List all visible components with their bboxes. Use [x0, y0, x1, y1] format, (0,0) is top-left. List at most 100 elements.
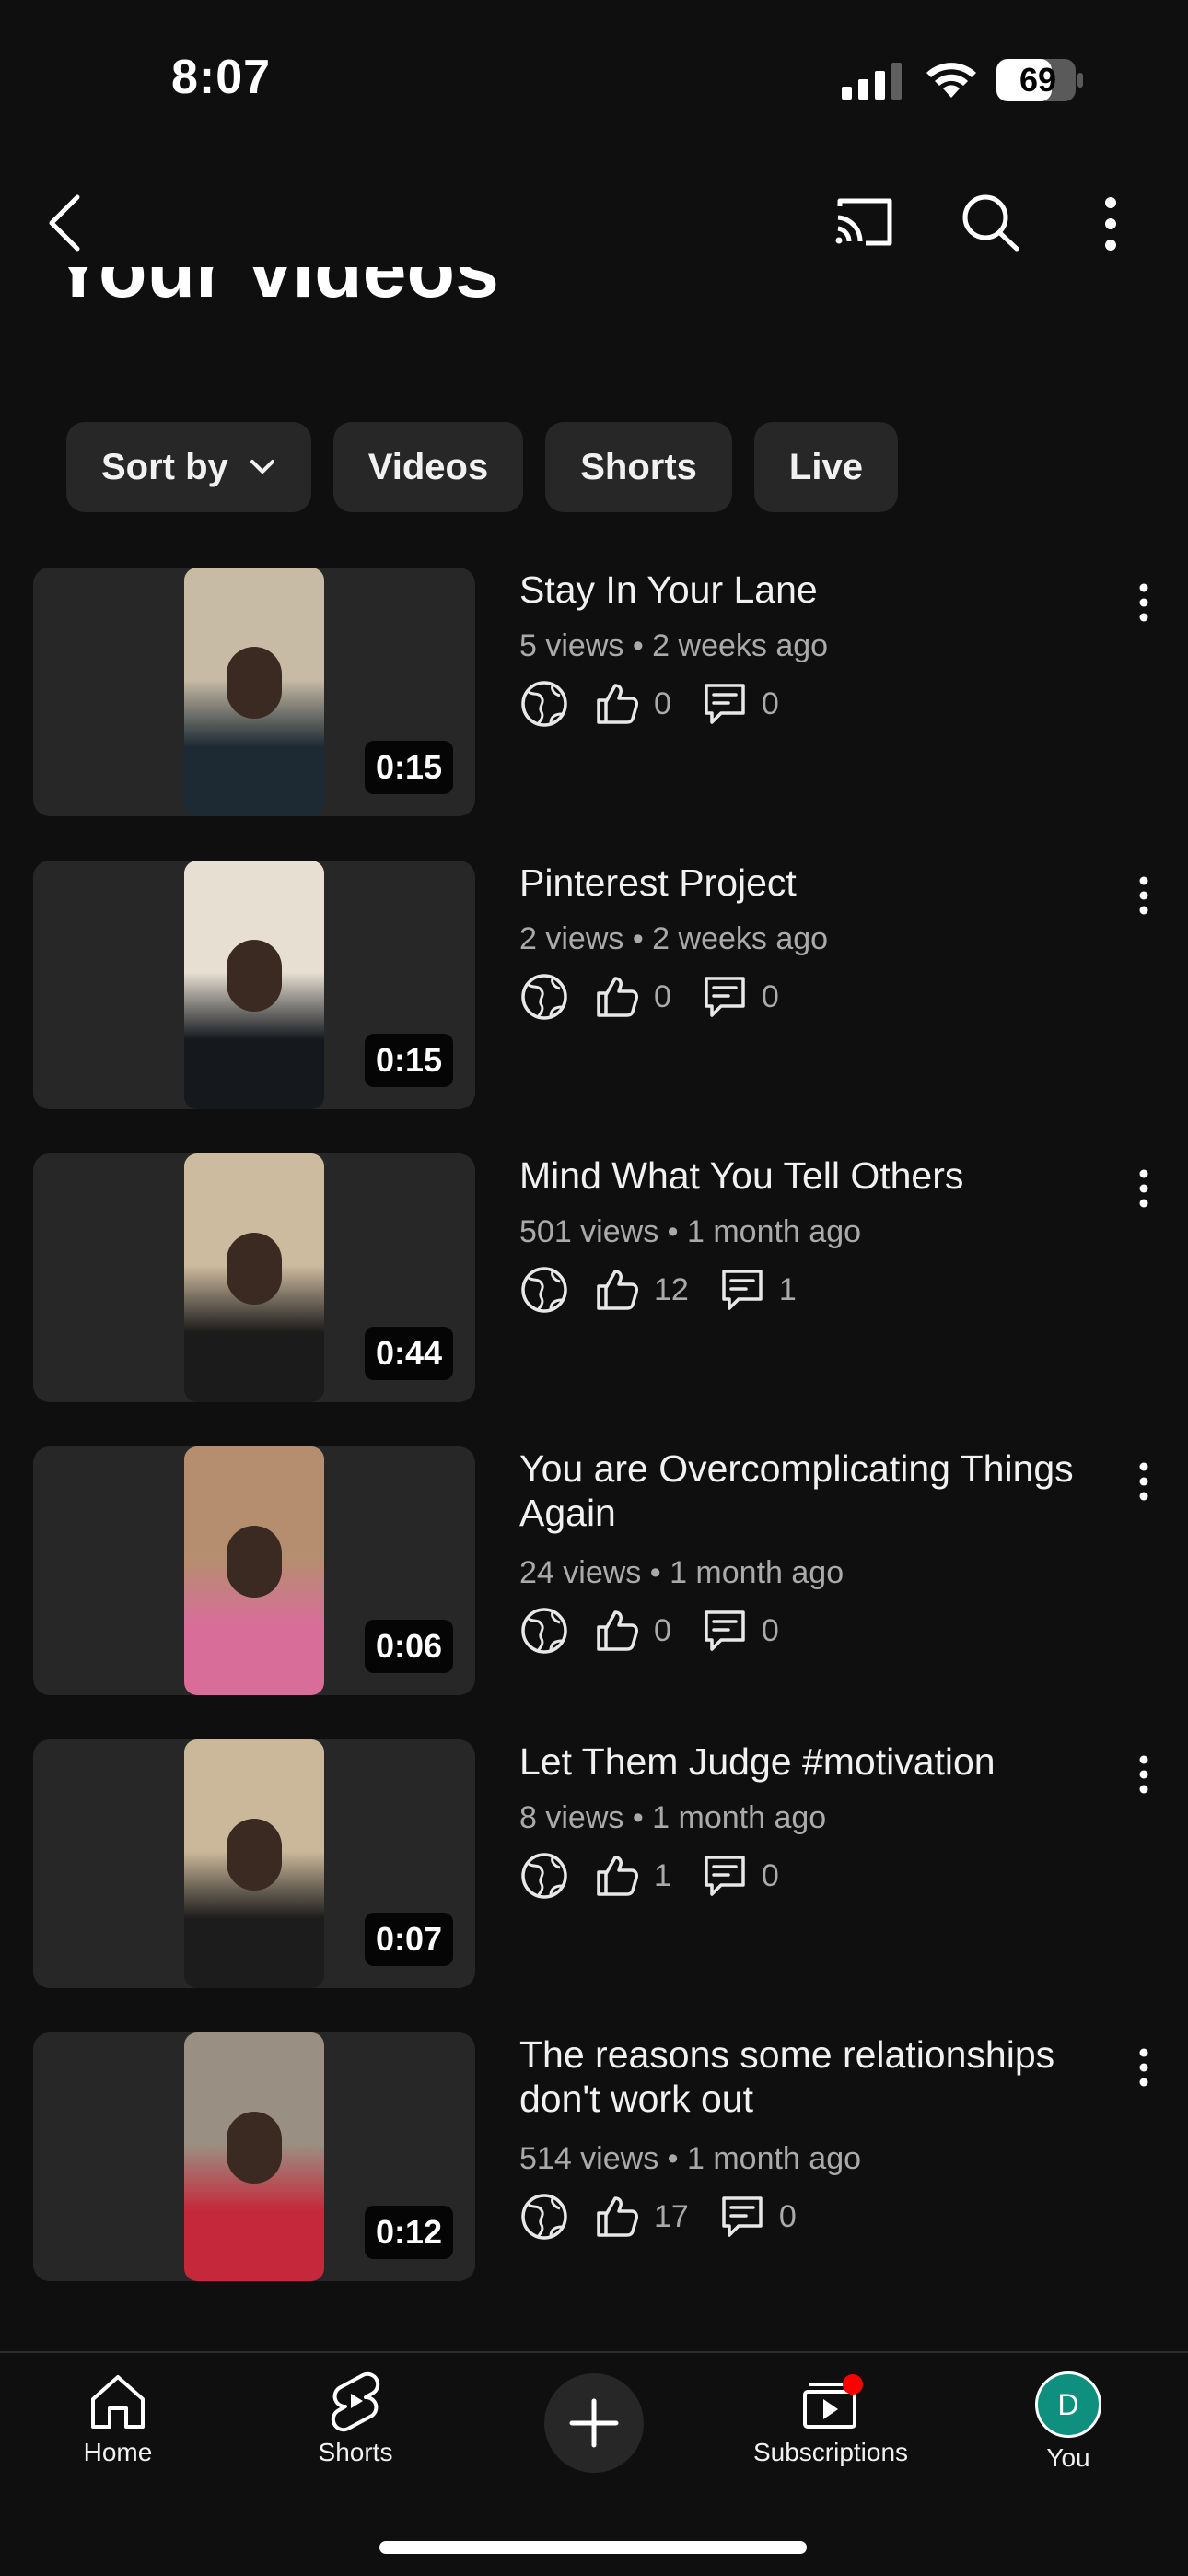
home-indicator: [379, 2541, 807, 2554]
nav-you-label: You: [1046, 2443, 1090, 2472]
avatar: D: [1035, 2371, 1101, 2438]
video-more-icon[interactable]: [1127, 870, 1160, 921]
video-thumbnail[interactable]: 0:12: [33, 2032, 475, 2281]
like-count: 12: [654, 1271, 689, 1307]
home-icon: [91, 2375, 145, 2429]
comment-count: 0: [761, 1857, 779, 1893]
more-vertical-icon[interactable]: [1090, 195, 1131, 252]
live-chip[interactable]: Live: [753, 422, 898, 512]
comment-icon: [705, 977, 745, 1017]
thumbnail-image: [184, 1153, 324, 1402]
video-row[interactable]: 0:06 You are Overcomplicating Things Agai…: [0, 1446, 1188, 1704]
video-title[interactable]: Let Them Judge #motivation: [519, 1739, 1109, 1784]
like-count: 0: [654, 685, 671, 721]
plus-icon: [569, 2398, 619, 2448]
video-more-icon[interactable]: [1127, 577, 1160, 628]
video-title[interactable]: Stay In Your Lane: [519, 568, 1109, 612]
like-count: 0: [654, 978, 671, 1014]
sort-by-chip[interactable]: Sort by: [66, 422, 311, 512]
video-meta: 5 views • 2 weeks ago: [519, 628, 829, 663]
video-title[interactable]: The reasons some relationships don't wor…: [519, 2032, 1109, 2121]
public-globe-icon: [521, 1853, 567, 1899]
video-stats: 00: [519, 1605, 810, 1657]
videos-chip-label: Videos: [367, 446, 489, 487]
like-count: 0: [654, 1612, 671, 1648]
video-row[interactable]: 0:15 Pinterest Project 2 views • 2 weeks a…: [0, 861, 1188, 1118]
filter-chips: Sort by Videos Shorts Live: [66, 422, 898, 512]
video-duration: 0:07: [364, 1913, 453, 1966]
live-chip-label: Live: [788, 446, 863, 487]
page-title-container: Your videos: [0, 267, 1188, 339]
video-stats: 12 1: [519, 1264, 828, 1316]
thumbnail-image: [184, 1739, 324, 1988]
comment-icon: [705, 1610, 745, 1651]
chevron-down-icon: [250, 460, 274, 474]
like-count: 17: [654, 2198, 689, 2234]
video-more-icon[interactable]: [1127, 2042, 1160, 2093]
video-stats: 00: [519, 678, 810, 730]
like-icon: [597, 2196, 638, 2237]
video-duration: 0:06: [364, 1620, 453, 1673]
video-title[interactable]: You are Overcomplicating Things Again: [519, 1446, 1109, 1535]
sort-by-label: Sort by: [101, 446, 228, 487]
video-duration: 0:12: [364, 2206, 453, 2259]
video-row[interactable]: 0:12 The reasons some relationships don't…: [0, 2032, 1188, 2290]
battery-level: 69: [1019, 61, 1057, 99]
video-title[interactable]: Mind What You Tell Others: [519, 1153, 1109, 1198]
video-more-icon[interactable]: [1127, 1163, 1160, 1214]
like-icon: [597, 1610, 638, 1651]
shorts-icon: [331, 2371, 380, 2432]
shorts-chip-label: Shorts: [580, 446, 697, 487]
video-meta: 24 views • 1 month ago: [519, 1555, 844, 1590]
video-row[interactable]: 0:44 Mind What You Tell Others 501 views •…: [0, 1153, 1188, 1411]
video-row[interactable]: 0:15 Stay In Your Lane 5 views • 2 weeks a…: [0, 568, 1188, 825]
subscriptions-icon: [803, 2374, 863, 2429]
wifi-icon: [926, 63, 976, 98]
create-button[interactable]: [544, 2373, 644, 2473]
public-globe-icon: [521, 974, 567, 1020]
public-globe-icon: [521, 681, 567, 727]
video-thumbnail[interactable]: 0:06: [33, 1446, 475, 1695]
video-thumbnail[interactable]: 0:07: [33, 1739, 475, 1988]
search-icon[interactable]: [958, 192, 1022, 252]
video-thumbnail[interactable]: 0:44: [33, 1153, 475, 1402]
like-icon: [597, 977, 638, 1017]
video-title[interactable]: Pinterest Project: [519, 861, 1109, 905]
video-more-icon[interactable]: [1127, 1749, 1160, 1800]
nav-subscriptions[interactable]: Subscriptions: [739, 2371, 923, 2467]
page-title: Your videos: [52, 267, 499, 314]
videos-chip[interactable]: Videos: [332, 422, 524, 512]
thumbnail-image: [184, 1446, 324, 1695]
thumbnail-image: [184, 568, 324, 816]
nav-you[interactable]: D You: [976, 2371, 1160, 2473]
nav-shorts-label: Shorts: [318, 2438, 393, 2466]
status-bar: 8:07 69: [0, 0, 1188, 157]
video-more-icon[interactable]: [1127, 1456, 1160, 1507]
video-thumbnail[interactable]: 0:15: [33, 861, 475, 1109]
video-thumbnail[interactable]: 0:15: [33, 568, 475, 816]
shorts-chip[interactable]: Shorts: [545, 422, 732, 512]
comment-icon: [722, 2196, 763, 2237]
like-count: 1: [654, 1857, 671, 1893]
video-meta: 8 views • 1 month ago: [519, 1800, 827, 1835]
nav-home-label: Home: [83, 2438, 153, 2466]
signal-icon: [842, 63, 902, 100]
video-row[interactable]: 0:07 Let Them Judge #motivation 8 views • …: [0, 1739, 1188, 1997]
avatar-letter: D: [1057, 2387, 1079, 2421]
thumbnail-image: [184, 861, 324, 1109]
video-stats: 17 0: [519, 2191, 828, 2242]
comment-icon: [705, 1856, 745, 1896]
notification-dot-icon: [843, 2374, 863, 2395]
comment-count: 0: [778, 2198, 797, 2234]
video-stats: 00: [519, 971, 810, 1023]
nav-subscriptions-label: Subscriptions: [752, 2438, 909, 2466]
nav-shorts[interactable]: Shorts: [263, 2371, 448, 2467]
back-arrow-icon[interactable]: [41, 190, 92, 256]
public-globe-icon: [521, 1267, 567, 1313]
nav-home[interactable]: Home: [26, 2371, 210, 2467]
comment-count: 0: [761, 1612, 779, 1648]
comment-icon: [705, 684, 745, 724]
public-globe-icon: [521, 1608, 567, 1654]
video-stats: 10: [519, 1850, 810, 1902]
cast-icon[interactable]: [833, 193, 897, 251]
